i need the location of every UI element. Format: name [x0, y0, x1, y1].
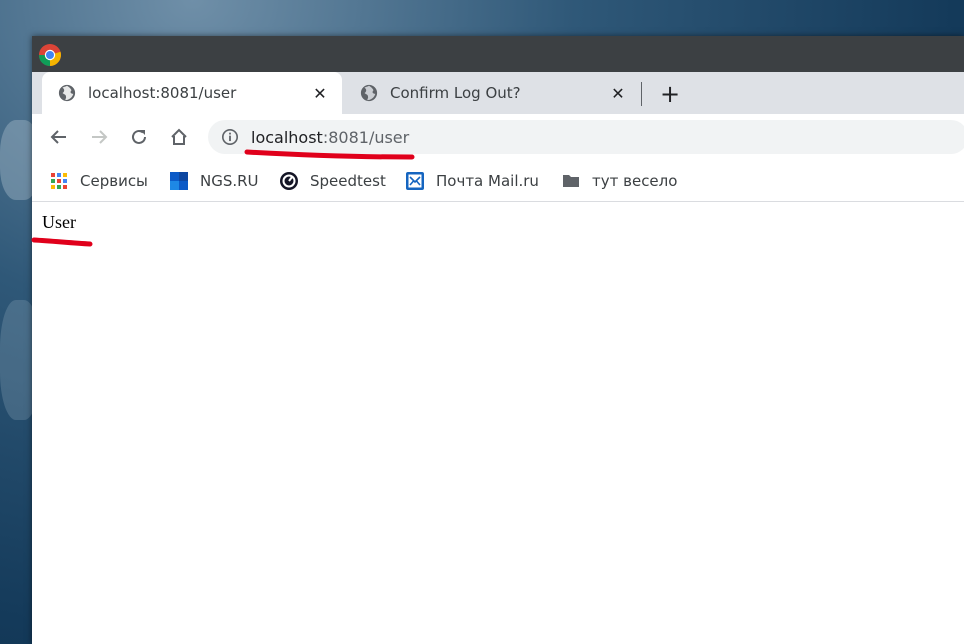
apps-grid-icon — [51, 173, 67, 189]
tab-title: localhost:8081/user — [88, 84, 237, 102]
page-content: User — [32, 202, 964, 644]
back-button[interactable] — [46, 124, 72, 150]
info-icon[interactable] — [221, 128, 239, 146]
mail-icon — [406, 172, 424, 190]
title-bar — [32, 36, 964, 72]
forward-arrow-icon — [92, 130, 108, 144]
url-text: localhost:8081/user — [251, 128, 409, 147]
bookmark-folder[interactable]: тут весело — [562, 168, 677, 194]
bookmark-label: тут весело — [592, 172, 678, 190]
bookmark-label: Сервисы — [80, 172, 148, 190]
tab-title: Confirm Log Out? — [390, 84, 521, 102]
home-icon — [171, 128, 187, 145]
back-arrow-icon — [50, 130, 66, 144]
tab-strip: localhost:8081/user ✕ Confirm Log Out? ✕ — [32, 72, 964, 114]
close-tab-icon[interactable]: ✕ — [310, 83, 330, 103]
url-host: localhost — [251, 127, 323, 147]
ngs-logo-icon — [170, 172, 188, 190]
bookmark-label: NGS.RU — [200, 172, 259, 190]
forward-button[interactable] — [86, 124, 112, 150]
bookmark-label: Speedtest — [310, 172, 386, 190]
chrome-logo-icon — [39, 44, 61, 66]
page-heading: User — [42, 212, 76, 232]
close-tab-icon[interactable]: ✕ — [608, 83, 628, 103]
bookmark-services[interactable]: Сервисы — [50, 168, 148, 194]
tab-divider — [641, 82, 642, 106]
address-bar[interactable]: localhost:8081/user — [208, 120, 964, 154]
toolbar: localhost:8081/user — [32, 114, 964, 160]
home-button[interactable] — [166, 124, 192, 150]
browser-window: localhost:8081/user ✕ Confirm Log Out? ✕… — [32, 36, 964, 644]
url-path: :8081/user — [322, 127, 410, 147]
globe-icon — [360, 84, 378, 102]
bookmarks-bar: Сервисы NGS.RU Speedtest Почта Mail.ru т… — [32, 160, 964, 202]
tab-confirm-log-out[interactable]: Confirm Log Out? ✕ — [344, 72, 640, 114]
new-tab-button[interactable]: + — [656, 80, 684, 108]
bookmark-label: Почта Mail.ru — [436, 172, 539, 190]
folder-icon — [563, 175, 579, 187]
tab-localhost-user[interactable]: localhost:8081/user ✕ — [42, 72, 342, 114]
reload-icon — [132, 129, 146, 144]
bookmark-mail-ru[interactable]: Почта Mail.ru — [406, 168, 539, 194]
reload-button[interactable] — [126, 124, 152, 150]
bookmark-ngs[interactable]: NGS.RU — [170, 168, 259, 194]
bookmark-speedtest[interactable]: Speedtest — [280, 168, 386, 194]
speedtest-icon — [280, 172, 298, 190]
globe-icon — [58, 84, 76, 102]
